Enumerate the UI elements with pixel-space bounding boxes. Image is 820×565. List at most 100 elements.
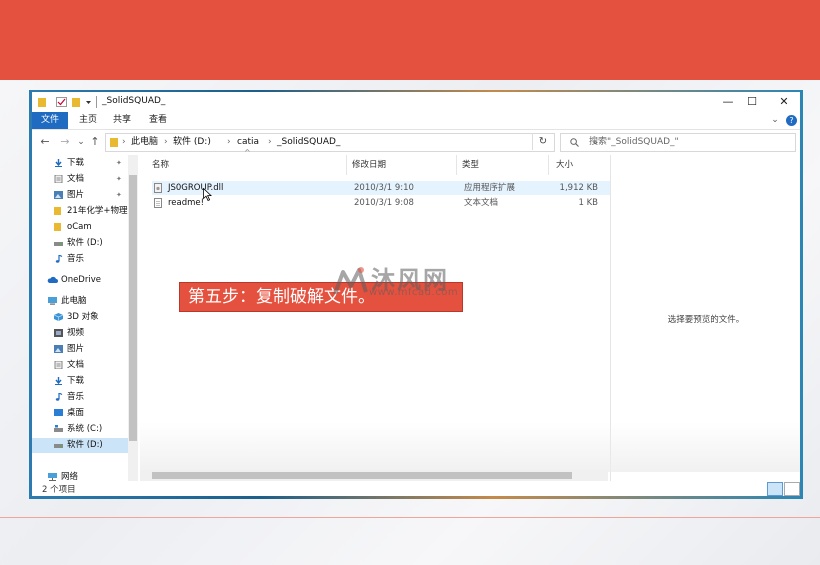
sidebar-scrollbar[interactable] — [128, 155, 138, 481]
up-button[interactable]: ↑ — [88, 134, 102, 150]
file-size: 1,912 KB — [559, 183, 598, 193]
cloud-icon — [47, 276, 58, 283]
column-name[interactable]: 名称 — [152, 158, 169, 172]
folder-icon — [110, 138, 118, 147]
sidebar-item-documents-pc[interactable]: 文档 — [32, 358, 128, 373]
sidebar-item-ocam[interactable]: oCam — [32, 220, 128, 235]
breadcrumb-drive-d[interactable]: 软件 (D:) — [173, 134, 211, 151]
watermark-url: www.mfcad.com — [369, 287, 459, 298]
maximize-button[interactable]: ☐ — [738, 93, 766, 111]
help-icon[interactable]: ? — [786, 115, 797, 126]
navigation-bar: ← → ⌄ ↑ › 此电脑 › 软件 (D:) › catia › _Solid… — [32, 130, 800, 154]
file-name: readme! — [168, 198, 205, 208]
pin-icon: ✦ — [116, 175, 122, 183]
music-note-icon — [55, 255, 63, 263]
details-view-button[interactable] — [767, 482, 783, 496]
breadcrumb-separator: › — [164, 137, 168, 147]
window-title: _SolidSQUAD_ — [102, 96, 166, 106]
address-bar[interactable]: › 此电脑 › 软件 (D:) › catia › _SolidSQUAD_ ⌄ — [105, 133, 600, 152]
sidebar-item-chem-physics-folder[interactable]: 21年化学+物理讲 — [32, 204, 128, 219]
mfcad-logo-icon — [333, 267, 368, 295]
file-row-js0group[interactable]: JS0GROUP.dll 2010/3/1 9:10 应用程序扩展 1,912 … — [152, 181, 610, 195]
sidebar-scrollbar-thumb[interactable] — [129, 175, 137, 441]
column-size[interactable]: 大小 — [556, 158, 573, 172]
sidebar-item-pictures[interactable]: 图片 ✦ — [32, 188, 128, 203]
network-icon — [48, 473, 57, 481]
status-bar: 2 个项目 — [32, 481, 800, 496]
pictures-icon — [54, 345, 63, 353]
breadcrumb-this-pc[interactable]: 此电脑 — [131, 134, 158, 151]
file-size: 1 KB — [578, 198, 598, 208]
sidebar-item-downloads[interactable]: 下载 ✦ — [32, 156, 128, 171]
column-type[interactable]: 类型 — [462, 158, 479, 172]
folder-icon — [54, 207, 61, 215]
sidebar-item-drive-c[interactable]: 系统 (C:) — [32, 422, 128, 437]
file-row-readme[interactable]: readme! 2010/3/1 9:08 文本文档 1 KB — [152, 196, 610, 210]
sidebar-item-drive-d[interactable]: 软件 (D:) — [32, 438, 128, 453]
divider-line — [0, 517, 820, 518]
dll-file-icon — [154, 183, 162, 193]
sidebar-item-downloads-pc[interactable]: 下载 — [32, 374, 128, 389]
file-type: 文本文档 — [464, 198, 499, 208]
sidebar-item-drive-d-quick[interactable]: 软件 (D:) — [32, 236, 128, 251]
search-icon — [570, 138, 579, 147]
breadcrumb-solidsquad[interactable]: _SolidSQUAD_ — [277, 134, 340, 151]
file-date: 2010/3/1 9:08 — [354, 198, 414, 208]
properties-icon[interactable] — [56, 97, 67, 107]
sidebar-item-onedrive[interactable]: OneDrive — [32, 273, 128, 288]
pin-icon: ✦ — [116, 159, 122, 167]
documents-icon — [54, 361, 63, 369]
sidebar-item-music-pc[interactable]: 音乐 — [32, 390, 128, 405]
sidebar-item-desktop[interactable]: 桌面 — [32, 406, 128, 421]
windows-drive-icon — [54, 425, 63, 432]
new-folder-icon[interactable] — [72, 97, 80, 107]
drive-icon — [54, 444, 63, 448]
close-button[interactable]: ✕ — [770, 93, 798, 111]
video-icon — [54, 329, 63, 337]
sidebar-item-3d-objects[interactable]: 3D 对象 — [32, 310, 128, 325]
sidebar-item-pictures-pc[interactable]: 图片 — [32, 342, 128, 357]
tab-home[interactable]: 主页 — [74, 112, 102, 129]
item-count: 2 个项目 — [42, 485, 76, 495]
folder-icon — [38, 98, 46, 107]
desktop-icon — [54, 409, 63, 416]
file-list-horizontal-scrollbar[interactable] — [140, 470, 608, 481]
large-icons-view-button[interactable] — [784, 482, 800, 496]
title-bar: _SolidSQUAD_ — ☐ ✕ — [32, 92, 800, 112]
cube-icon — [54, 313, 63, 321]
back-button[interactable]: ← — [38, 134, 52, 150]
computer-icon — [48, 297, 57, 305]
forward-button[interactable]: → — [58, 134, 72, 150]
folder-icon — [54, 223, 61, 231]
download-arrow-icon — [55, 159, 62, 167]
sidebar-item-this-pc[interactable]: 此电脑 — [32, 294, 128, 309]
sidebar-item-videos[interactable]: 视频 — [32, 326, 128, 341]
ribbon-tabs: 文件 主页 共享 查看 ⌄ ? — [32, 112, 800, 130]
tab-view[interactable]: 查看 — [144, 112, 172, 129]
breadcrumb-separator: › — [122, 137, 126, 147]
breadcrumb-separator: › — [227, 137, 231, 147]
navigation-pane: 下载 ✦ 文档 ✦ 图片 ✦ 21年化学+物理讲 oCam 软件 (D:) 音乐 — [32, 155, 128, 463]
documents-icon — [54, 175, 63, 183]
refresh-button[interactable]: ↻ — [532, 133, 553, 150]
column-date[interactable]: 修改日期 — [352, 158, 386, 172]
tab-share[interactable]: 共享 — [108, 112, 136, 129]
file-name: JS0GROUP.dll — [168, 183, 224, 193]
horizontal-scrollbar-thumb[interactable] — [152, 472, 572, 479]
watermark: 沐风网 www.mfcad.com — [333, 262, 503, 306]
file-type: 应用程序扩展 — [464, 183, 516, 193]
preview-message: 选择要预览的文件。 — [667, 315, 745, 325]
music-note-icon — [55, 393, 63, 401]
recent-locations-button[interactable]: ⌄ — [74, 134, 88, 150]
tab-file[interactable]: 文件 — [32, 112, 68, 129]
search-box[interactable]: 搜索"_SolidSQUAD_" — [560, 133, 796, 152]
sidebar-item-documents[interactable]: 文档 ✦ — [32, 172, 128, 187]
search-input[interactable]: 搜索"_SolidSQUAD_" — [589, 134, 679, 151]
ribbon-expand-icon[interactable]: ⌄ — [768, 112, 782, 129]
text-file-icon — [154, 198, 162, 208]
sort-arrow-icon: ^ — [244, 148, 251, 157]
pictures-icon — [54, 191, 63, 199]
quick-access-dropdown-icon[interactable] — [85, 97, 92, 107]
sidebar-item-music[interactable]: 音乐 — [32, 252, 128, 267]
download-arrow-icon — [55, 377, 62, 385]
